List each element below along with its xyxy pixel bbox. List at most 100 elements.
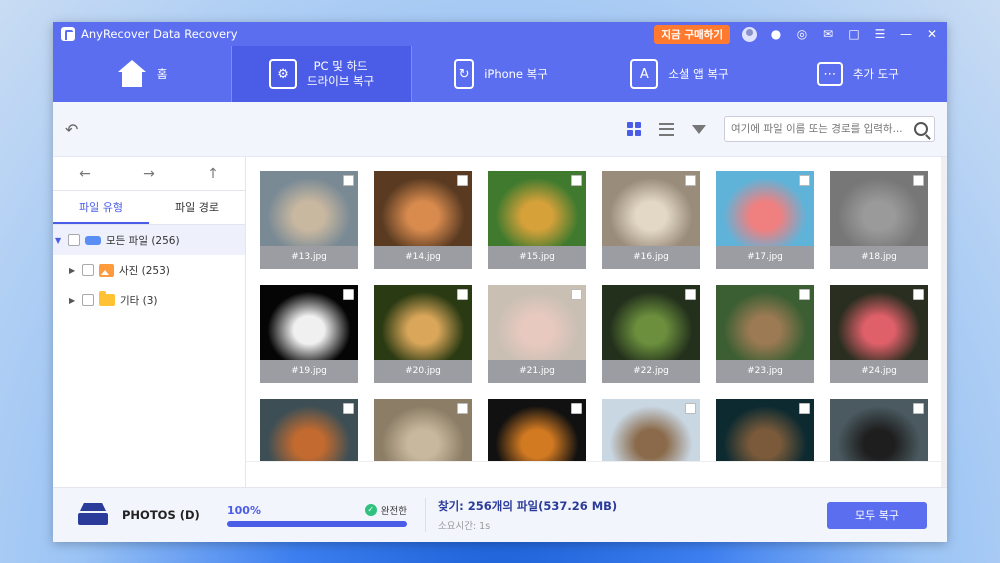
file-name: #21.jpg bbox=[488, 360, 586, 383]
checkbox[interactable] bbox=[82, 264, 94, 276]
thumbnail-checkbox[interactable] bbox=[343, 289, 354, 300]
title-bar: AnyRecover Data Recovery 지금 구매하기 ● ◎ ✉ □… bbox=[53, 22, 947, 46]
more-tools-icon: ⋯ bbox=[816, 62, 843, 86]
thumbnail-checkbox[interactable] bbox=[457, 289, 468, 300]
app-logo-icon bbox=[61, 27, 75, 41]
checkbox[interactable] bbox=[68, 234, 80, 246]
sidebar-nav: ← → ↑ bbox=[53, 157, 245, 191]
buy-now-button[interactable]: 지금 구매하기 bbox=[654, 24, 730, 44]
thumbnail-checkbox[interactable] bbox=[457, 175, 468, 186]
nav-pc-label: PC 및 하드 드라이브 복구 bbox=[307, 59, 374, 89]
thumbnail-checkbox[interactable] bbox=[457, 403, 468, 414]
forward-arrow-icon[interactable]: → bbox=[117, 166, 181, 182]
file-name: #24.jpg bbox=[830, 360, 928, 383]
back-arrow-icon[interactable]: ← bbox=[53, 166, 117, 182]
file-thumbnail[interactable]: #13.jpg bbox=[260, 171, 358, 269]
nav-pc-recovery[interactable]: ⚙ PC 및 하드 드라이브 복구 bbox=[231, 46, 412, 102]
sidebar: ← → ↑ 파일 유형 파일 경로 ▼ 모든 파일 (256) ▶ 사진 (25… bbox=[53, 157, 246, 487]
filter-icon[interactable] bbox=[692, 124, 706, 134]
thumbnail-checkbox[interactable] bbox=[571, 403, 582, 414]
thumbnail-checkbox[interactable] bbox=[799, 175, 810, 186]
home-icon bbox=[117, 60, 147, 88]
search-input[interactable] bbox=[731, 123, 914, 135]
search-icon[interactable] bbox=[914, 122, 928, 136]
nav-home[interactable]: 홈 bbox=[53, 46, 231, 102]
caret-right-icon[interactable]: ▶ bbox=[69, 296, 77, 305]
minimize-icon[interactable]: — bbox=[899, 27, 913, 41]
feedback-icon[interactable]: □ bbox=[847, 27, 861, 41]
pc-drive-icon: ⚙ bbox=[269, 59, 298, 89]
file-name: #15.jpg bbox=[488, 246, 586, 269]
file-name: #14.jpg bbox=[374, 246, 472, 269]
file-thumbnail[interactable]: #16.jpg bbox=[602, 171, 700, 269]
file-name: #13.jpg bbox=[260, 246, 358, 269]
progress-percent: 100% bbox=[227, 503, 261, 517]
file-thumbnail[interactable]: #20.jpg bbox=[374, 285, 472, 383]
thumbnail-checkbox[interactable] bbox=[343, 403, 354, 414]
file-name: #18.jpg bbox=[830, 246, 928, 269]
tab-file-path[interactable]: 파일 경로 bbox=[149, 191, 245, 224]
file-thumbnail[interactable]: #24.jpg bbox=[830, 285, 928, 383]
elapsed-time: 소요시간: 1s bbox=[438, 521, 491, 532]
thumbnail-checkbox[interactable] bbox=[913, 403, 924, 414]
nav-social-recovery[interactable]: A 소셜 앱 복구 bbox=[590, 46, 768, 102]
tree-item-all-files[interactable]: ▼ 모든 파일 (256) bbox=[53, 225, 245, 255]
nav-iphone-label: iPhone 복구 bbox=[484, 67, 548, 81]
file-thumbnail[interactable]: #17.jpg bbox=[716, 171, 814, 269]
checkbox[interactable] bbox=[82, 294, 94, 306]
vertical-scrollbar[interactable] bbox=[941, 157, 947, 487]
thumbnail-checkbox[interactable] bbox=[685, 403, 696, 414]
up-arrow-icon[interactable]: ↑ bbox=[181, 166, 245, 182]
tree-label: 사진 (253) bbox=[119, 264, 170, 277]
recover-all-button[interactable]: 모두 복구 bbox=[827, 501, 927, 529]
thumbnail-checkbox[interactable] bbox=[571, 289, 582, 300]
drive-icon bbox=[85, 235, 101, 245]
tree-item-other[interactable]: ▶ 기타 (3) bbox=[53, 285, 245, 315]
thumbnail-checkbox[interactable] bbox=[913, 289, 924, 300]
settings-icon[interactable]: ◎ bbox=[795, 27, 809, 41]
file-name: #16.jpg bbox=[602, 246, 700, 269]
caret-right-icon[interactable]: ▶ bbox=[69, 266, 77, 275]
file-thumbnail[interactable]: #19.jpg bbox=[260, 285, 358, 383]
nav-pc-label-line1: PC 및 하드 bbox=[313, 59, 368, 73]
search-box[interactable] bbox=[724, 116, 935, 142]
grid-view-icon[interactable] bbox=[627, 122, 641, 136]
menu-icon[interactable]: ☰ bbox=[873, 27, 887, 41]
app-store-icon: A bbox=[630, 59, 659, 89]
nav-more-tools[interactable]: ⋯ 추가 도구 bbox=[769, 46, 947, 102]
caret-down-icon[interactable]: ▼ bbox=[55, 236, 63, 245]
app-title: AnyRecover Data Recovery bbox=[81, 27, 238, 41]
main-nav: 홈 ⚙ PC 및 하드 드라이브 복구 ↻ iPhone 복구 A 소셜 앱 복… bbox=[53, 46, 947, 102]
thumbnail-checkbox[interactable] bbox=[571, 175, 582, 186]
status-bar: PHOTOS (D) 100% ✓ 완전한 찾기: 256개의 파일(537.2… bbox=[53, 487, 947, 542]
hard-drive-icon bbox=[78, 503, 110, 527]
tree-item-photos[interactable]: ▶ 사진 (253) bbox=[53, 255, 245, 285]
thumbnail-checkbox[interactable] bbox=[685, 175, 696, 186]
thumbnail-checkbox[interactable] bbox=[685, 289, 696, 300]
mail-icon[interactable]: ✉ bbox=[821, 27, 835, 41]
discord-icon[interactable]: ● bbox=[769, 27, 783, 41]
file-thumbnail[interactable]: #14.jpg bbox=[374, 171, 472, 269]
file-thumbnail[interactable]: #18.jpg bbox=[830, 171, 928, 269]
file-thumbnail[interactable]: #21.jpg bbox=[488, 285, 586, 383]
file-name: #17.jpg bbox=[716, 246, 814, 269]
thumbnail-checkbox[interactable] bbox=[913, 175, 924, 186]
folder-icon bbox=[99, 291, 115, 306]
file-thumbnail[interactable]: #15.jpg bbox=[488, 171, 586, 269]
close-icon[interactable]: ✕ bbox=[925, 27, 939, 41]
file-thumbnail[interactable]: #23.jpg bbox=[716, 285, 814, 383]
tab-file-type[interactable]: 파일 유형 bbox=[53, 191, 149, 224]
thumbnail-checkbox[interactable] bbox=[343, 175, 354, 186]
file-thumbnail[interactable]: #22.jpg bbox=[602, 285, 700, 383]
user-avatar-icon[interactable] bbox=[742, 26, 757, 42]
thumbnail-checkbox[interactable] bbox=[799, 403, 810, 414]
list-view-icon[interactable] bbox=[659, 122, 674, 136]
nav-iphone-recovery[interactable]: ↻ iPhone 복구 bbox=[412, 46, 590, 102]
iphone-icon: ↻ bbox=[454, 59, 475, 89]
file-name: #20.jpg bbox=[374, 360, 472, 383]
check-circle-icon: ✓ bbox=[364, 504, 377, 516]
undo-back-icon[interactable]: ↶ bbox=[65, 120, 78, 139]
thumbnail-checkbox[interactable] bbox=[799, 289, 810, 300]
file-grid-area: #13.jpg #14.jpg #15.jpg #16.jpg #17.jpg #18.j… bbox=[246, 157, 947, 487]
image-icon bbox=[99, 263, 114, 277]
